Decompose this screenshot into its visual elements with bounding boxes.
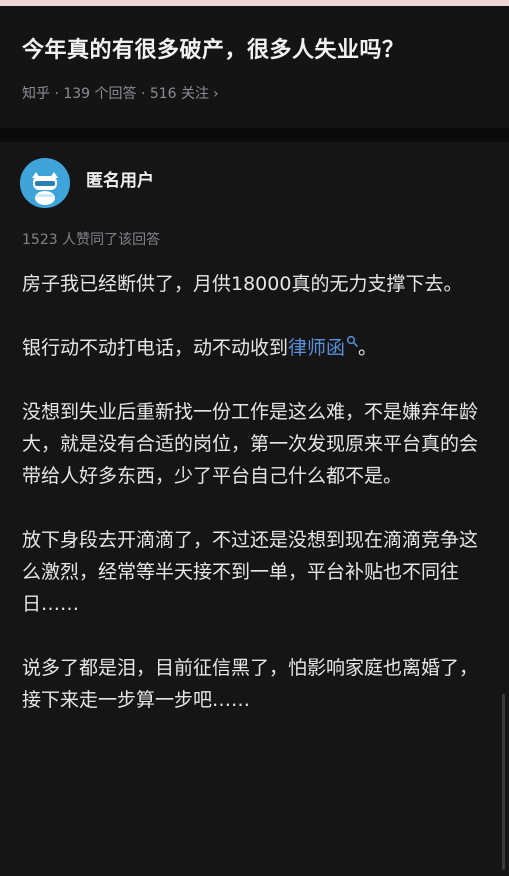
search-icon[interactable] bbox=[346, 335, 358, 347]
vote-count: 1523 人赞同了该回答 bbox=[22, 232, 161, 248]
paragraph-text: 。 bbox=[358, 337, 378, 359]
answer-paragraph: 银行动不动打电话，动不动收到律师函。 bbox=[22, 332, 484, 364]
zhihu-answer-screen: 今年真的有很多破产，很多人失业吗？ 知乎 · 139 个回答 · 516 关注 ›… bbox=[0, 0, 509, 876]
question-header[interactable]: 今年真的有很多破产，很多人失业吗？ 知乎 · 139 个回答 · 516 关注 › bbox=[0, 6, 509, 128]
answer-paragraph: 说多了都是泪，目前征信黑了，怕影响家庭也离婚了，接下来走一步算一步吧…… bbox=[22, 657, 479, 711]
question-stats: 知乎 · 139 个回答 · 516 关注 bbox=[22, 86, 210, 102]
link-text[interactable]: 律师函 bbox=[288, 337, 345, 359]
paragraph-text: 银行动不动打电话，动不动收到 bbox=[22, 337, 289, 359]
answer-card: 匿名用户 1523 人赞同了该回答 房子我已经断供了，月供18000真的无力支撑… bbox=[0, 142, 509, 876]
anonymous-avatar-icon[interactable] bbox=[20, 158, 70, 208]
question-title[interactable]: 今年真的有很多破产，很多人失业吗？ bbox=[22, 36, 492, 66]
answer-paragraph: 没想到失业后重新找一份工作是这么难，不是嫌弃年龄大，就是没有合适的岗位，第一次发… bbox=[22, 401, 479, 487]
author-name[interactable]: 匿名用户 bbox=[86, 169, 154, 193]
answer-content: 房子我已经断供了，月供18000真的无力支撑下去。 银行动不动打电话，动不动收到… bbox=[22, 268, 484, 748]
section-divider bbox=[0, 128, 509, 142]
scrollbar-thumb[interactable] bbox=[502, 694, 505, 870]
question-meta[interactable]: 知乎 · 139 个回答 · 516 关注 › bbox=[22, 84, 219, 104]
lawyer-letter-search-link[interactable]: 律师函 bbox=[288, 335, 358, 359]
avatar-illustration bbox=[20, 158, 70, 208]
chevron-right-icon: › bbox=[213, 86, 219, 102]
answer-paragraph: 放下身段去开滴滴了，不过还是没想到现在滴滴竞争这么激烈，经常等半天接不到一单，平… bbox=[22, 529, 479, 615]
answer-paragraph: 房子我已经断供了，月供18000真的无力支撑下去。 bbox=[22, 273, 463, 295]
